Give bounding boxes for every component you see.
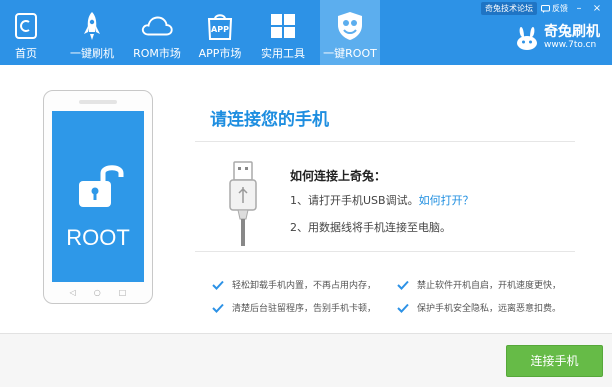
home-circle-icon: ○ [93, 288, 101, 297]
feature-item: 保护手机安全隐私，远离恶意扣费。 [397, 301, 561, 314]
forum-link[interactable]: 奇兔技术论坛 [481, 2, 537, 15]
nav-item-label: APP市场 [198, 47, 242, 60]
home-icon [9, 9, 43, 43]
feature-item: 轻松卸载手机内置，不再占用内存， [212, 278, 376, 291]
main-panel: ROOT ◁ ○ □ 请连接您的手机 如何连接上奇兔： 1、请打开手机USB调试… [0, 65, 612, 333]
check-icon [397, 303, 409, 313]
phone-illustration: ROOT ◁ ○ □ [43, 90, 153, 304]
connect-phone-button[interactable]: 连接手机 [506, 345, 603, 377]
recent-square-icon: □ [118, 288, 127, 297]
nav-item-home[interactable]: 首页 [0, 0, 52, 65]
minimize-button[interactable]: – [572, 3, 586, 15]
phone-nav-bar: ◁ ○ □ [44, 288, 152, 297]
feature-label: 清楚后台驻留程序，告别手机卡顿， [232, 304, 377, 314]
step-usb-debugging: 1、请打开手机USB调试。如何打开？ [290, 192, 474, 208]
rabbit-logo-icon [517, 26, 537, 50]
nav-item-rom-market[interactable]: ROM市场 [126, 0, 188, 65]
feature-item: 禁止软件开机自启，开机速度更快， [397, 278, 561, 291]
step-connect-cable: 2、用数据线将手机连接至电脑。 [290, 221, 451, 234]
top-toolbar: 首页 一键刷机 ROM市场 APP APP市场 实用工具 一键ROOT 奇兔技术… [0, 0, 612, 65]
close-button[interactable]: × [590, 3, 604, 15]
divider-top [195, 141, 575, 142]
nav-item-label: 一键刷机 [70, 47, 114, 60]
feedback-label: 反馈 [552, 4, 568, 13]
back-icon: ◁ [69, 288, 76, 297]
check-icon [212, 280, 224, 290]
nav-item-label: 实用工具 [261, 47, 305, 60]
feature-item: 清楚后台驻留程序，告别手机卡顿， [212, 301, 376, 314]
page-title: 请连接您的手机 [210, 110, 329, 130]
cloud-icon [140, 9, 174, 43]
nav-item-root[interactable]: 一键ROOT [320, 0, 380, 65]
root-shield-icon [333, 9, 367, 43]
feature-label: 轻松卸载手机内置，不再占用内存， [232, 281, 377, 291]
how-to-connect-title: 如何连接上奇兔： [290, 169, 387, 183]
app-bag-icon: APP [203, 9, 237, 43]
feedback-button[interactable]: 反馈 [541, 3, 568, 14]
phone-screen: ROOT [52, 111, 144, 282]
svg-text:APP: APP [211, 25, 229, 34]
nav-item-label: ROM市场 [133, 47, 181, 60]
tools-grid-icon [266, 9, 300, 43]
brand-logo: 奇兔刷机 www.7to.cn [514, 24, 600, 51]
nav-item-tools[interactable]: 实用工具 [257, 0, 309, 65]
footer-bar: 连接手机 [0, 333, 612, 387]
phone-speaker [79, 100, 117, 104]
nav-item-flash[interactable]: 一键刷机 [64, 0, 120, 65]
step1-text: 1、请打开手机USB调试。 [290, 194, 419, 207]
nav-item-label: 一键ROOT [323, 47, 377, 60]
usb-cable-icon [229, 161, 257, 246]
check-icon [212, 303, 224, 313]
divider-bottom [195, 251, 575, 252]
feedback-icon [541, 4, 550, 13]
brand-name: 奇兔刷机 [544, 24, 600, 40]
feature-label: 保护手机安全隐私，远离恶意扣费。 [417, 304, 562, 314]
unlocked-padlock-icon [79, 165, 124, 207]
nav-item-app-market[interactable]: APP APP市场 [194, 0, 246, 65]
check-icon [397, 280, 409, 290]
nav-item-label: 首页 [15, 47, 37, 60]
phone-root-label: ROOT [66, 225, 130, 250]
window-controls: 奇兔技术论坛 反馈 – × [481, 2, 604, 15]
how-to-enable-link[interactable]: 如何打开？ [419, 194, 474, 207]
brand-url: www.7to.cn [544, 40, 597, 50]
rocket-icon [75, 9, 109, 43]
feature-label: 禁止软件开机自启，开机速度更快， [417, 281, 562, 291]
